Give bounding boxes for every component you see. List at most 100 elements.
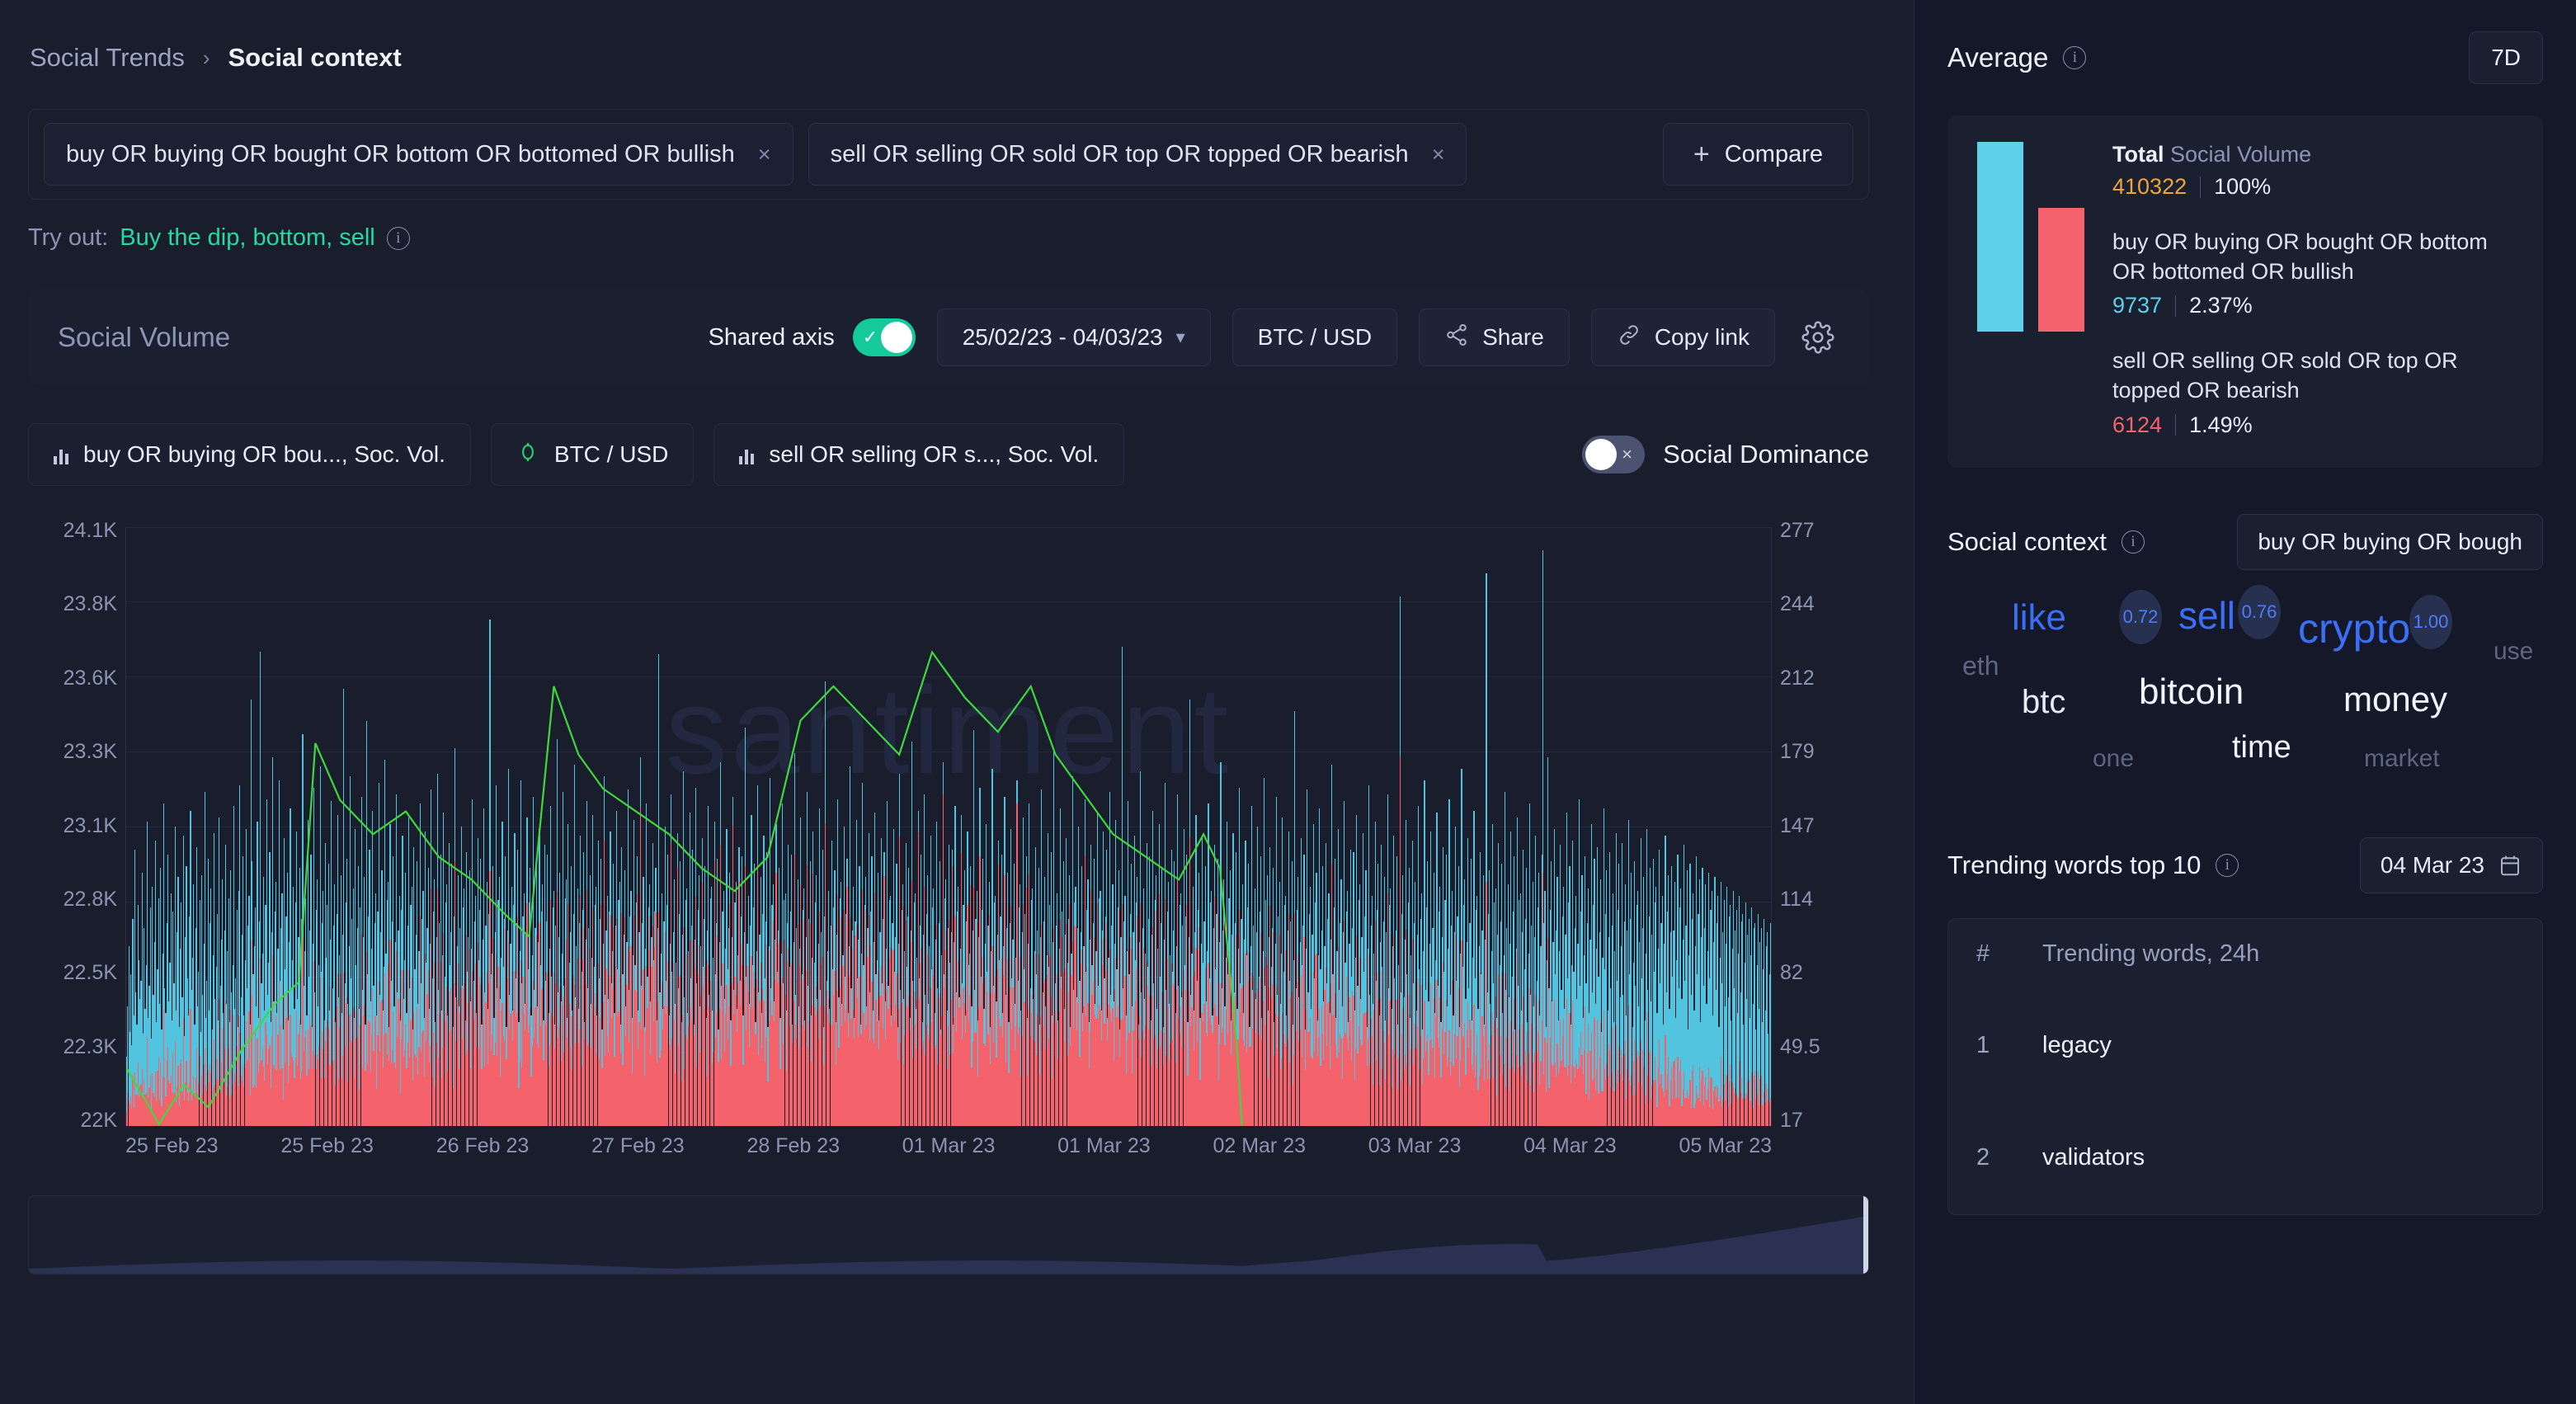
buy-query-label: buy OR buying OR bought OR bottom OR bot… [2112, 229, 2488, 284]
right-sidebar: Average i 7D Total Social Volume 410322 … [1914, 0, 2576, 1404]
breadcrumb: Social Trends › Social context [0, 0, 1914, 73]
plus-icon: + [1693, 139, 1710, 170]
shared-axis-toggle[interactable]: ✓ [852, 318, 916, 356]
link-icon [1617, 323, 1641, 353]
y-tick: 244 [1780, 592, 1815, 616]
divider [2175, 414, 2177, 436]
chart-toolbar-actions: Shared axis ✓ 25/02/23 - 04/03/23 ▾ BTC … [709, 309, 1839, 366]
chart-range-navigator[interactable] [28, 1195, 1869, 1274]
query-chip-sell[interactable]: sell OR selling OR sold OR top OR topped… [808, 123, 1467, 186]
info-icon[interactable]: i [2122, 530, 2145, 554]
gear-icon [1801, 321, 1834, 354]
wordcloud-word[interactable]: sell [2178, 596, 2235, 634]
calendar-icon [2501, 855, 2519, 875]
asset-selector[interactable]: BTC / USD [1231, 309, 1398, 366]
share-button[interactable]: Share [1419, 309, 1570, 366]
trending-words-table: # Trending words, 24h 1 legacy 2 validat… [1947, 917, 2543, 1215]
row-rank: 2 [1976, 1144, 1990, 1171]
total-percent: 100% [2214, 174, 2272, 199]
total-label-bold: Total [2112, 142, 2164, 167]
navigator-preview [29, 1215, 1868, 1274]
y-tick: 23.8K [63, 592, 117, 616]
total-label: Total Social Volume [2112, 142, 2513, 167]
average-bar-chart [1977, 142, 2084, 332]
close-icon[interactable]: × [758, 142, 771, 167]
y-tick: 23.6K [63, 666, 117, 690]
navigator-handle-right[interactable] [1863, 1196, 1868, 1274]
query-chip-buy[interactable]: buy OR buying OR bought OR bottom OR bot… [44, 123, 794, 186]
column-header-rank: # [1976, 940, 1990, 967]
divider [2200, 176, 2202, 198]
wordcloud-word[interactable]: btc [2022, 686, 2065, 718]
y-tick: 277 [1780, 519, 1815, 542]
x-tick: 05 Mar 23 [1679, 1134, 1772, 1157]
row-word: validators [2042, 1144, 2145, 1171]
shared-axis-control[interactable]: Shared axis ✓ [709, 318, 916, 356]
tryout-suggestion-link[interactable]: Buy the dip, bottom, sell [120, 224, 375, 252]
average-stats: Total Social Volume 410322 100% buy OR b… [2112, 142, 2513, 438]
trending-words-title: Trending words top 10 [1947, 850, 2202, 879]
info-icon[interactable]: i [2216, 853, 2239, 877]
chevron-down-icon: ▾ [1175, 327, 1185, 347]
close-icon[interactable]: × [1432, 142, 1445, 167]
wordcloud-word[interactable]: time [2232, 732, 2291, 763]
table-row[interactable]: 1 legacy [1948, 990, 2542, 1102]
chart-plot-area[interactable]: santiment [125, 527, 1772, 1126]
social-dominance-toggle[interactable]: × [1582, 436, 1646, 473]
wordcloud-word[interactable]: bitcoin [2139, 673, 2244, 710]
y-tick: 22.3K [63, 1034, 117, 1058]
x-tick: 25 Feb 23 [125, 1134, 219, 1157]
social-context-wordcloud[interactable]: 0.72 0.76 1.00 like sell crypto use eth btc bitco… [1947, 584, 2543, 791]
info-icon[interactable]: i [386, 226, 410, 250]
x-tick: 26 Feb 23 [436, 1134, 530, 1157]
social-dominance-label: Social Dominance [1663, 440, 1869, 469]
y-tick: 22.5K [63, 961, 117, 985]
chart-y-axis-left: 24.1K 23.8K 23.6K 23.3K 23.1K 22.8K 22.5… [28, 521, 117, 1131]
toggle-knob [880, 322, 912, 353]
wordcloud-word[interactable]: one [2093, 746, 2134, 771]
total-label-rest: Social Volume [2170, 142, 2312, 167]
metric-chip-btc-usd[interactable]: BTC / USD [490, 423, 695, 486]
metric-chip-buy-volume[interactable]: buy OR buying OR bou..., Soc. Vol. [28, 423, 471, 486]
wordcloud-word[interactable]: market [2364, 746, 2440, 771]
copy-link-button[interactable]: Copy link [1590, 309, 1775, 366]
share-button-label: Share [1482, 324, 1544, 350]
compare-button[interactable]: + Compare [1662, 123, 1853, 186]
average-range-button[interactable]: 7D [2469, 31, 2543, 84]
metric-chip-btc-label: BTC / USD [553, 441, 669, 467]
trending-date-picker[interactable]: 04 Mar 23 [2359, 836, 2543, 893]
close-icon: × [1622, 444, 1632, 464]
word-score-bubble: 1.00 [2409, 594, 2452, 649]
x-tick: 25 Feb 23 [280, 1134, 374, 1157]
x-tick: 02 Mar 23 [1213, 1134, 1307, 1157]
wordcloud-word[interactable]: crypto [2298, 608, 2410, 649]
social-volume-chart[interactable]: 24.1K 23.8K 23.6K 23.3K 23.1K 22.8K 22.5… [28, 521, 1869, 1172]
tryout-label: Try out: [28, 224, 109, 251]
average-range-label: 7D [2491, 45, 2521, 70]
copy-link-button-label: Copy link [1654, 324, 1750, 350]
average-title: Average [1947, 42, 2049, 73]
wordcloud-word[interactable]: use [2494, 638, 2533, 664]
word-score-bubble: 0.72 [2119, 589, 2162, 644]
breadcrumb-parent[interactable]: Social Trends [30, 43, 185, 73]
settings-button[interactable] [1797, 316, 1839, 359]
social-context-title: Social context [1947, 526, 2107, 556]
breadcrumb-separator-icon: › [202, 45, 210, 70]
date-range-selector[interactable]: 25/02/23 - 04/03/23 ▾ [936, 309, 1211, 366]
y-tick: 23.3K [63, 740, 117, 764]
check-icon: ✓ [862, 327, 878, 347]
social-context-query-select[interactable]: buy OR buying OR bough [2237, 513, 2543, 570]
buy-percent: 2.37% [2189, 293, 2253, 318]
query-chip-sell-label: sell OR selling OR sold OR top OR topped… [830, 140, 1409, 167]
wordcloud-word[interactable]: like [2012, 599, 2066, 636]
social-dominance-control[interactable]: × Social Dominance [1582, 436, 1869, 473]
metric-chip-sell-volume[interactable]: sell OR selling OR s..., Soc. Vol. [713, 423, 1125, 486]
wordcloud-word[interactable]: eth [1962, 653, 1999, 679]
info-icon[interactable]: i [2063, 46, 2087, 69]
wordcloud-word[interactable]: money [2343, 681, 2447, 717]
average-bar-buy [1977, 142, 2023, 332]
social-context-query-label: buy OR buying OR bough [2258, 528, 2522, 554]
y-tick: 23.1K [63, 813, 117, 837]
table-row[interactable]: 2 validators [1948, 1102, 2542, 1214]
buy-value: 9737 [2112, 293, 2163, 318]
